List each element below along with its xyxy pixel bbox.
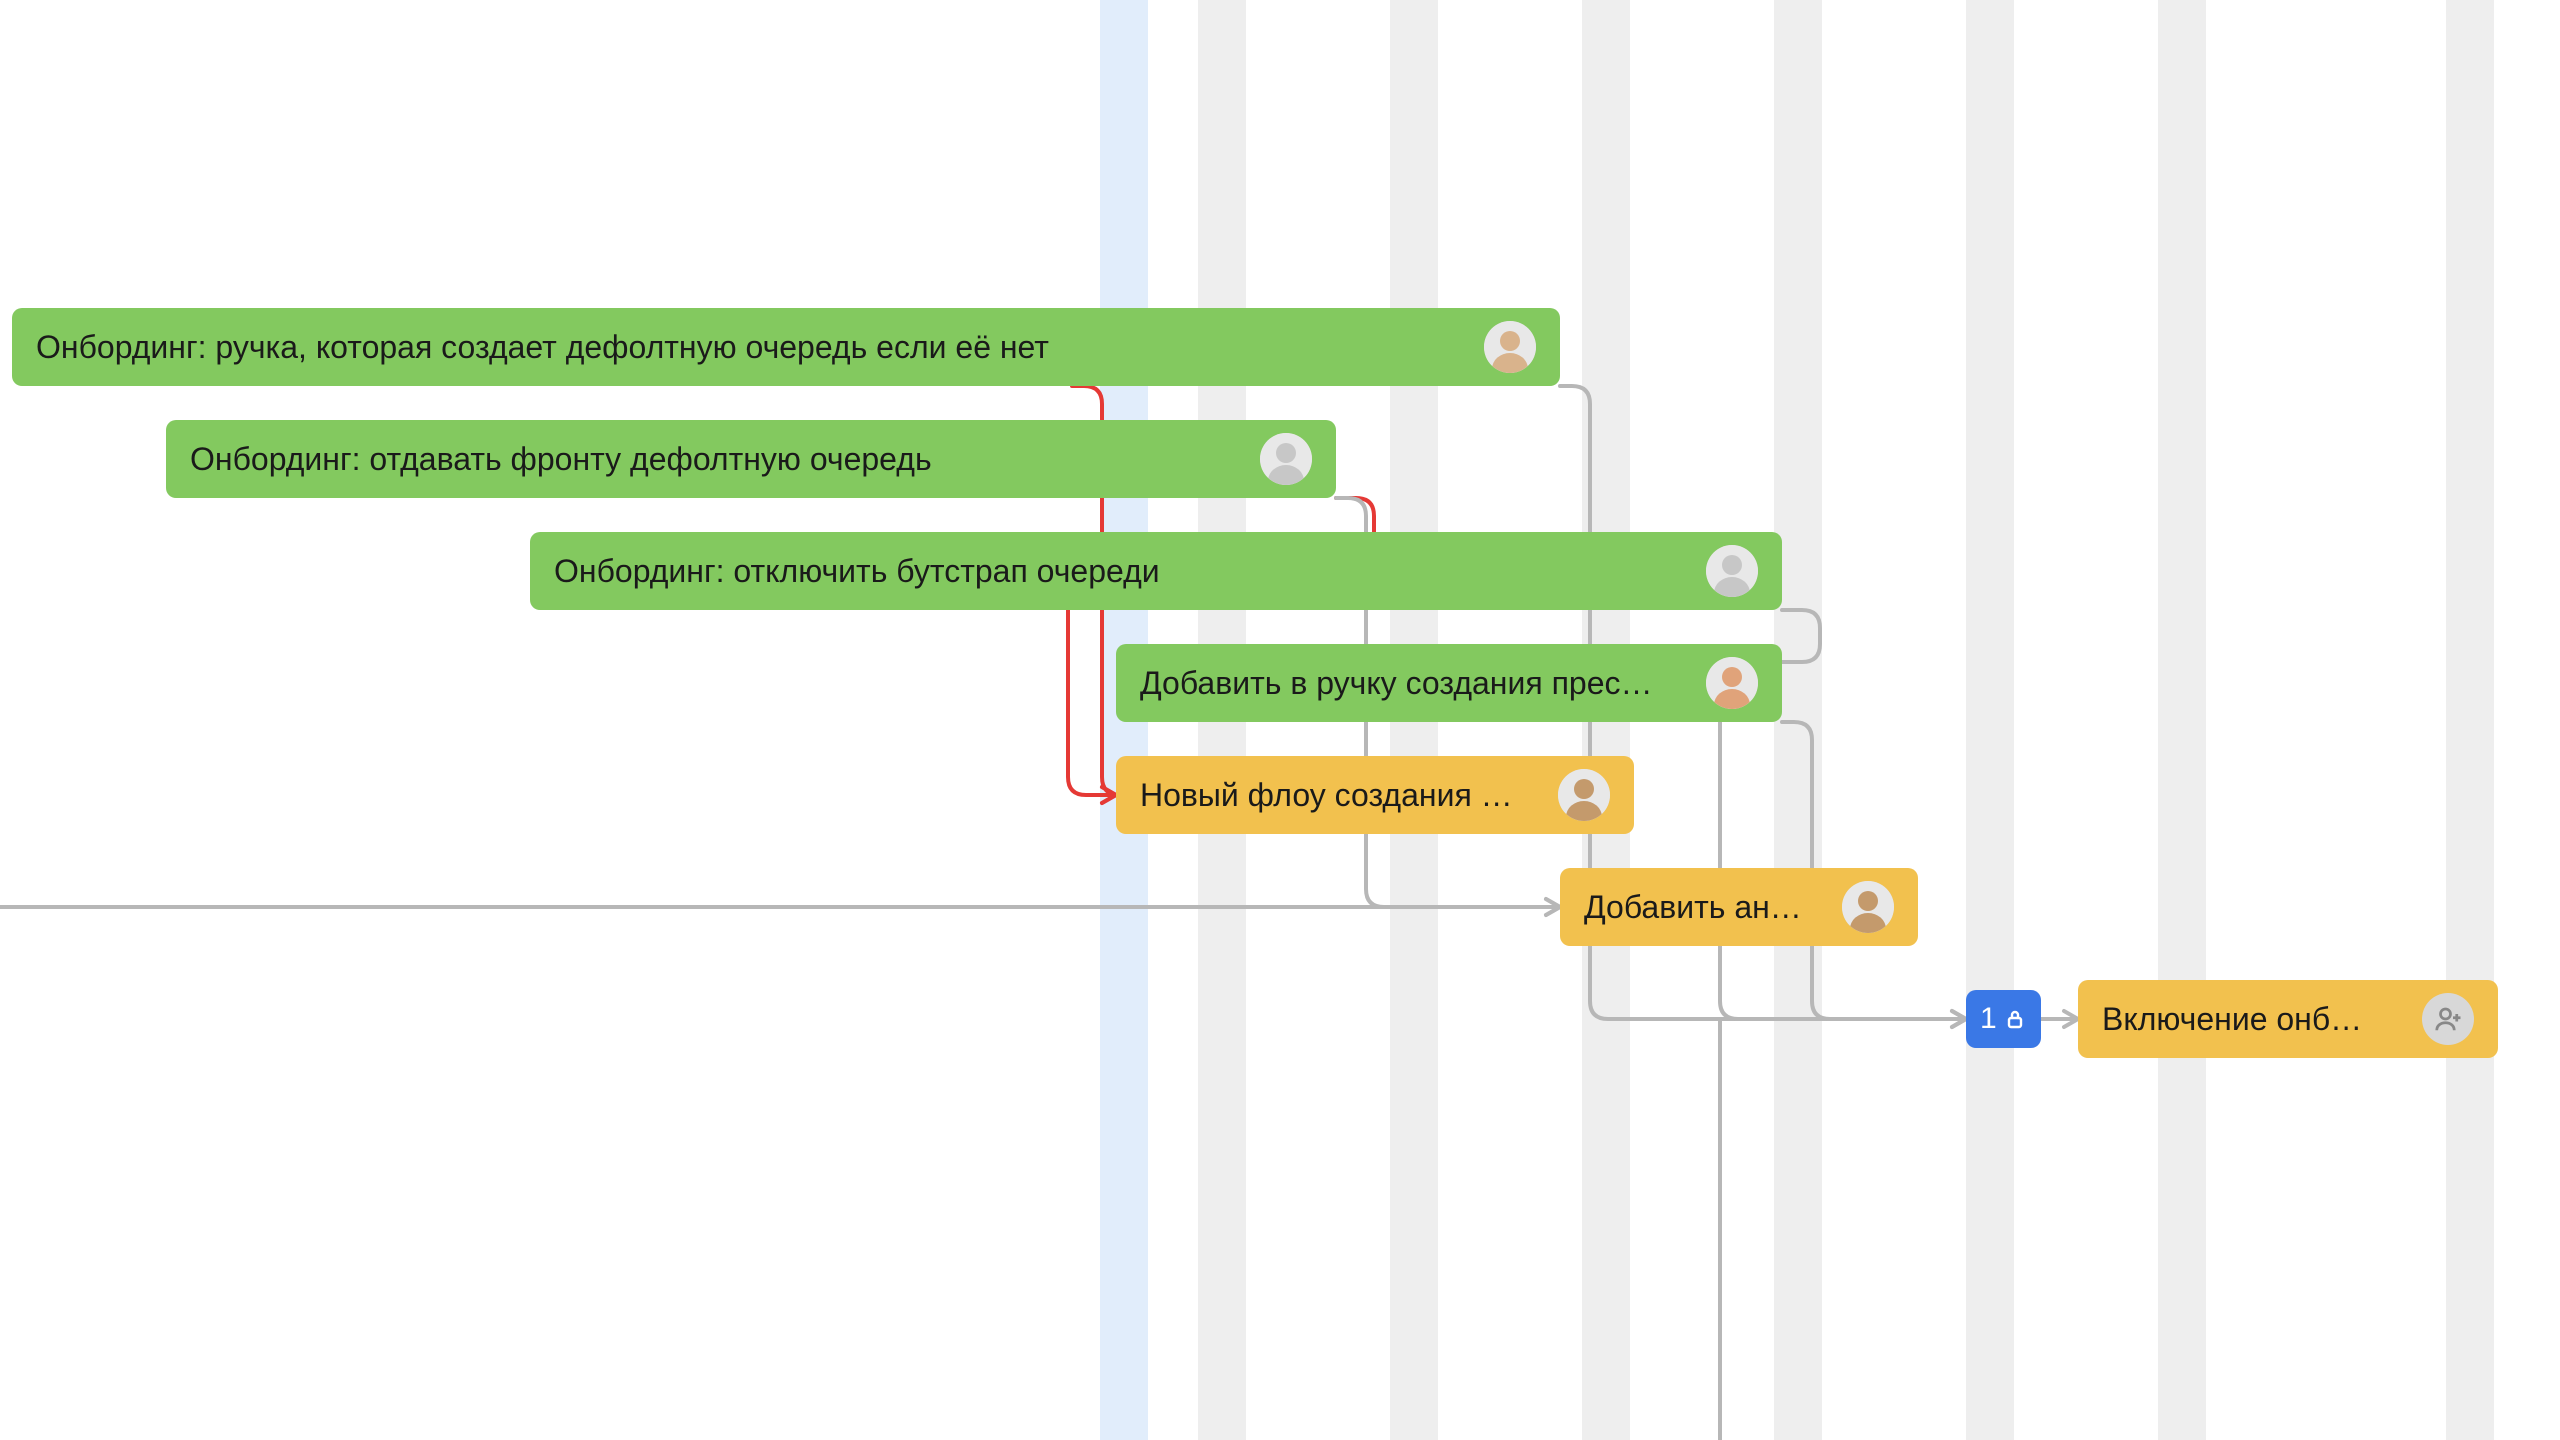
- timeline-column: [2158, 0, 2206, 1440]
- task-label: Включение онб…: [2102, 1001, 2422, 1038]
- task-bar[interactable]: Добавить в ручку создания прес…: [1116, 644, 1782, 722]
- assignee-avatar[interactable]: [1260, 433, 1312, 485]
- timeline-column: [1966, 0, 2014, 1440]
- lock-icon: [2003, 1007, 2027, 1031]
- gantt-canvas[interactable]: Онбординг: ручка, которая создает дефолт…: [0, 0, 2560, 1440]
- task-label: Онбординг: отключить бутстрап очереди: [554, 553, 1706, 590]
- task-label: Новый флоу создания …: [1140, 777, 1558, 814]
- blocker-badge[interactable]: 1: [1966, 990, 2041, 1048]
- assignee-avatar[interactable]: [1706, 545, 1758, 597]
- task-label: Онбординг: ручка, которая создает дефолт…: [36, 329, 1484, 366]
- timeline-column: [2446, 0, 2494, 1440]
- task-bar[interactable]: Онбординг: отключить бутстрап очереди: [530, 532, 1782, 610]
- assign-user-icon[interactable]: [2422, 993, 2474, 1045]
- assignee-avatar[interactable]: [1706, 657, 1758, 709]
- task-bar[interactable]: Онбординг: ручка, которая создает дефолт…: [12, 308, 1560, 386]
- assignee-avatar[interactable]: [1484, 321, 1536, 373]
- task-label: Онбординг: отдавать фронту дефолтную оче…: [190, 441, 1260, 478]
- task-bar[interactable]: Включение онб…: [2078, 980, 2498, 1058]
- task-label: Добавить в ручку создания прес…: [1140, 665, 1706, 702]
- task-label: Добавить ан…: [1584, 889, 1842, 926]
- assignee-avatar[interactable]: [1558, 769, 1610, 821]
- assignee-avatar[interactable]: [1842, 881, 1894, 933]
- task-bar[interactable]: Добавить ан…: [1560, 868, 1918, 946]
- timeline-column: [1774, 0, 1822, 1440]
- blocker-count: 1: [1980, 1002, 1997, 1036]
- task-bar[interactable]: Онбординг: отдавать фронту дефолтную оче…: [166, 420, 1336, 498]
- task-bar[interactable]: Новый флоу создания …: [1116, 756, 1634, 834]
